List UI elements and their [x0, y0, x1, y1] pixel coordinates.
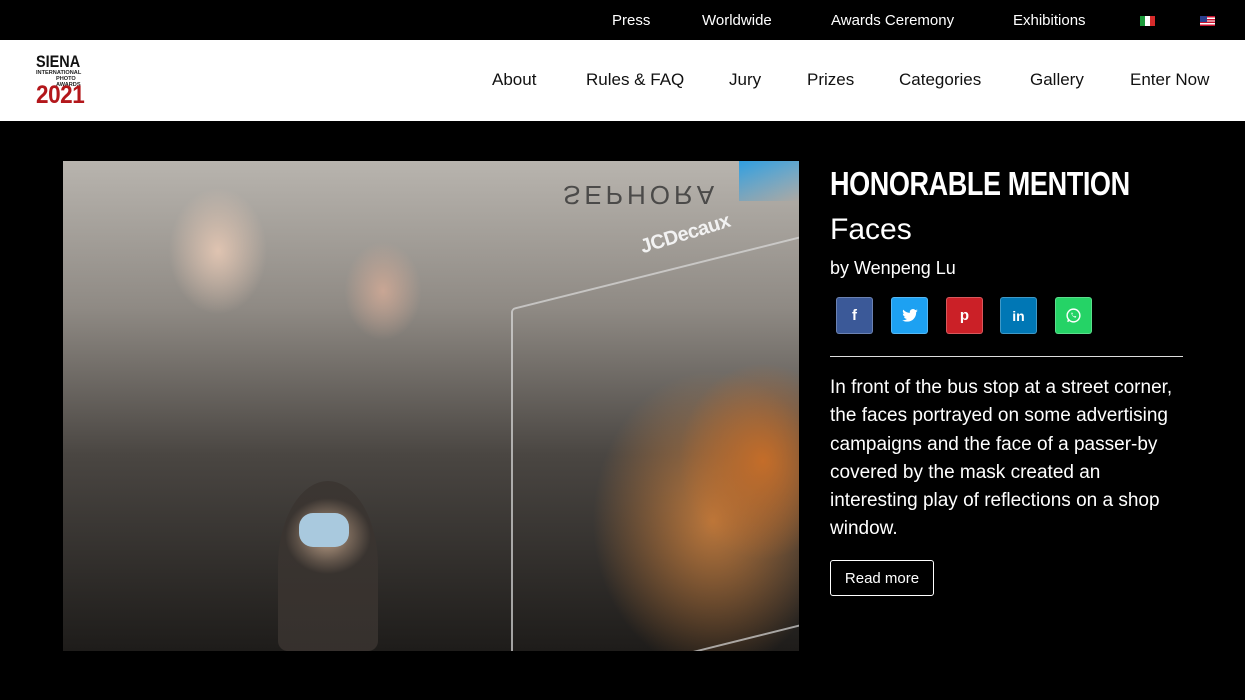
photo-sign-text: SEPHORA — [563, 180, 719, 210]
divider — [830, 356, 1183, 357]
photo-passerby — [278, 481, 378, 651]
siena-awards-logo[interactable]: SIENA INTERNATIONAL PHOTO AWARDS 2021 — [36, 53, 86, 111]
top-bar: Press Worldwide Awards Ceremony Exhibiti… — [0, 0, 1245, 40]
top-nav-worldwide[interactable]: Worldwide — [702, 12, 772, 29]
main-nav: SIENA INTERNATIONAL PHOTO AWARDS 2021 Ab… — [0, 40, 1245, 121]
top-nav-awards-ceremony[interactable]: Awards Ceremony — [831, 12, 954, 29]
read-more-button[interactable]: Read more — [830, 560, 934, 596]
photo-face-mask — [299, 513, 349, 547]
nav-rules-faq[interactable]: Rules & FAQ — [586, 70, 684, 90]
twitter-share-icon[interactable] — [891, 297, 928, 334]
flag-italy-icon[interactable] — [1140, 16, 1155, 26]
nav-about[interactable]: About — [492, 70, 536, 90]
nav-gallery[interactable]: Gallery — [1030, 70, 1084, 90]
photo-title: Faces — [830, 213, 912, 246]
award-photo[interactable]: SEPHORA JCDecaux — [63, 161, 799, 651]
pinterest-share-icon[interactable]: p — [946, 297, 983, 334]
photo-description: In front of the bus stop at a street cor… — [830, 377, 1173, 540]
photo-sky-reflection — [739, 161, 799, 201]
award-label: HONORABLE MENTION — [830, 165, 1130, 202]
photo-billboard-frame — [511, 233, 799, 651]
linkedin-share-icon[interactable]: in — [1000, 297, 1037, 334]
facebook-share-icon[interactable]: f — [836, 297, 873, 334]
nav-jury[interactable]: Jury — [729, 70, 761, 90]
nav-prizes[interactable]: Prizes — [807, 70, 854, 90]
nav-enter-now[interactable]: Enter Now — [1130, 70, 1209, 90]
photo-billboard-brand: JCDecaux — [637, 209, 733, 259]
flag-usa-icon[interactable] — [1200, 16, 1215, 26]
photo-author: by Wenpeng Lu — [830, 258, 956, 278]
top-nav-press[interactable]: Press — [612, 12, 650, 29]
whatsapp-share-icon[interactable] — [1055, 297, 1092, 334]
nav-categories[interactable]: Categories — [899, 70, 981, 90]
top-nav-exhibitions[interactable]: Exhibitions — [1013, 12, 1086, 29]
